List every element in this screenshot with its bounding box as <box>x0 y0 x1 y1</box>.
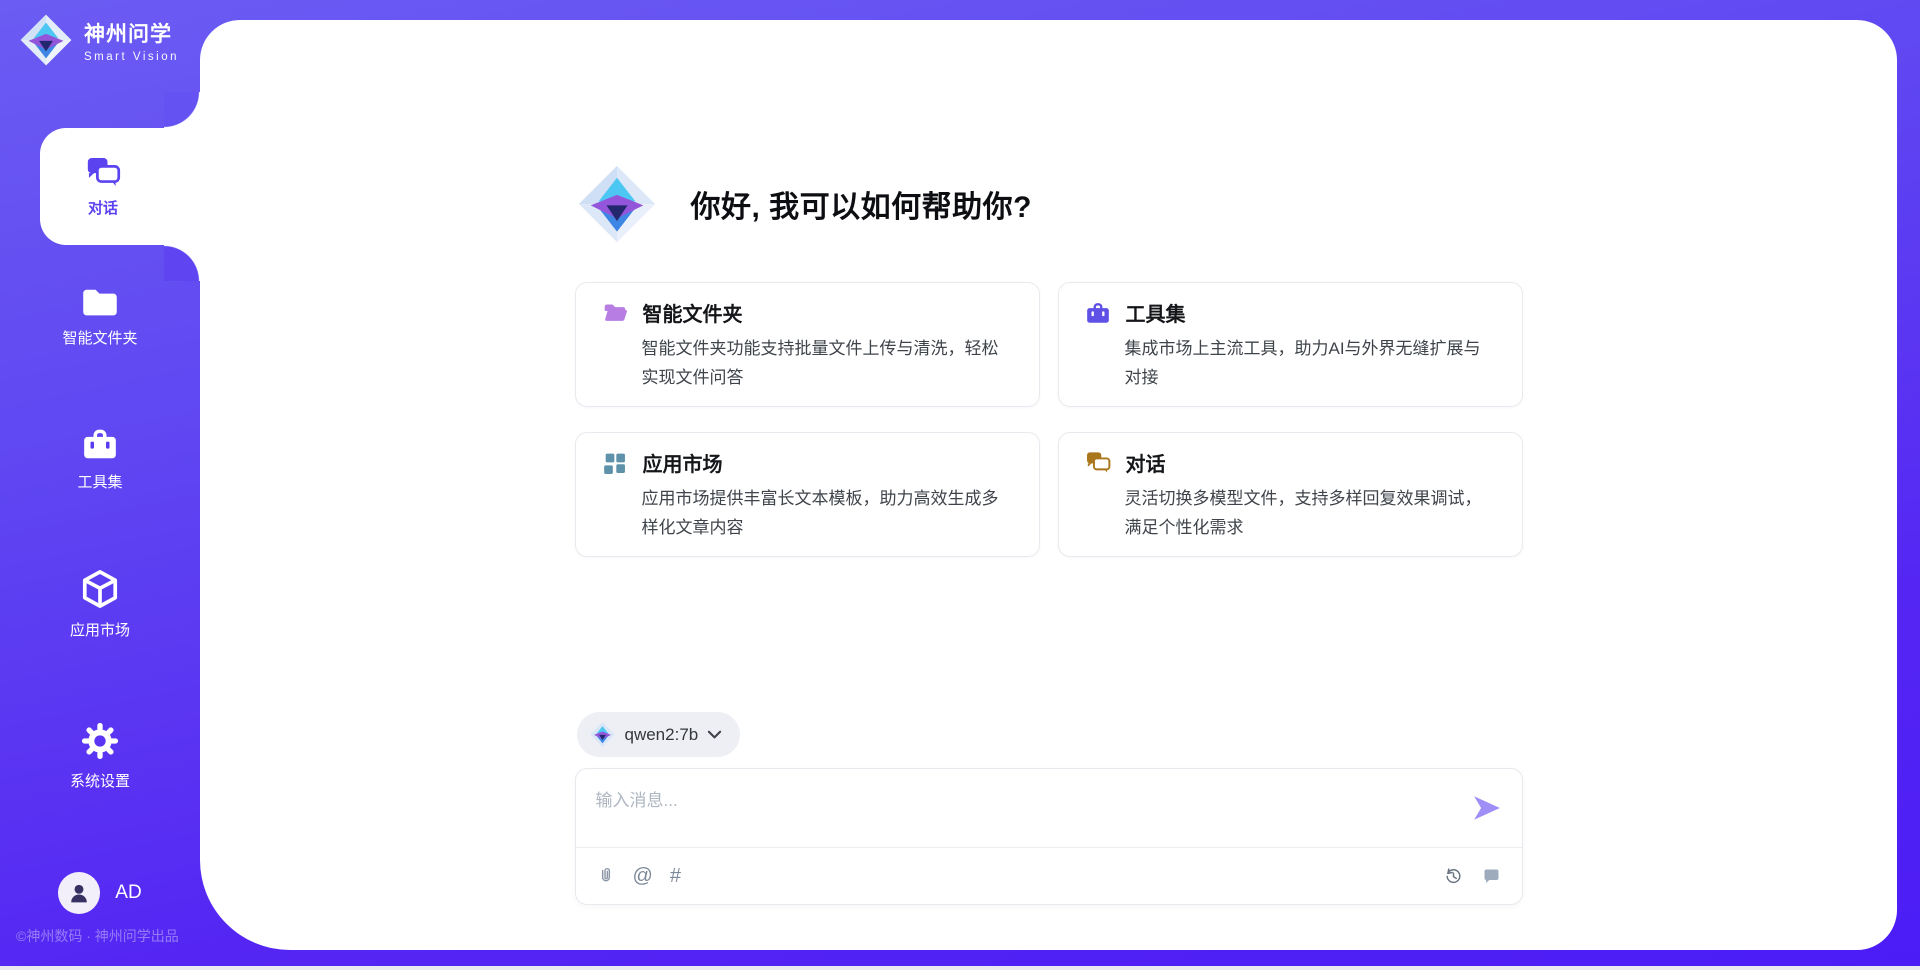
card-description: 智能文件夹功能支持批量文件上传与清洗，轻松实现文件问答 <box>642 334 1013 392</box>
brand: 神州问学 Smart Vision <box>18 12 179 68</box>
message-composer: @ # <box>575 768 1523 905</box>
folder-open-icon <box>602 301 628 325</box>
brand-logo-icon <box>18 12 74 68</box>
chevron-down-icon <box>707 730 722 740</box>
card-title: 应用市场 <box>643 448 723 477</box>
paperclip-icon[interactable] <box>596 866 616 886</box>
card-toolset[interactable]: 工具集 集成市场上主流工具，助力AI与外界无缝扩展与对接 <box>1058 282 1523 407</box>
sidebar-item-label: 对话 <box>88 197 118 218</box>
page-bottom-edge <box>0 966 1920 970</box>
feature-cards: 智能文件夹 智能文件夹功能支持批量文件上传与清洗，轻松实现文件问答 工具集 集成… <box>575 282 1523 557</box>
sidebar-item-label: 智能文件夹 <box>62 327 137 348</box>
sidebar-item-smart-folder[interactable]: 智能文件夹 <box>0 286 200 348</box>
model-selector[interactable]: qwen2:7b <box>577 712 741 757</box>
greeting-block: 你好, 我可以如何帮助你? <box>575 162 1523 246</box>
sidebar-item-label: 系统设置 <box>70 770 130 791</box>
hero-logo-icon <box>575 162 659 246</box>
history-icon[interactable] <box>1443 866 1464 887</box>
user-initials: AD <box>115 882 141 904</box>
briefcase-icon <box>1085 301 1111 325</box>
message-input[interactable] <box>576 769 1436 847</box>
user-icon <box>66 880 92 906</box>
sidebar-item-settings[interactable]: 系统设置 <box>0 721 200 791</box>
gear-icon <box>80 721 120 761</box>
card-title: 工具集 <box>1126 298 1186 327</box>
composer-toolbar: @ # <box>576 847 1522 904</box>
sidebar: 神州问学 Smart Vision 对话 智能文件夹 工具集 <box>0 0 200 966</box>
card-title: 智能文件夹 <box>643 298 743 327</box>
sidebar-item-chat[interactable]: 对话 <box>40 128 200 245</box>
card-description: 灵活切换多模型文件，支持多样回复效果调试，满足个性化需求 <box>1125 484 1496 542</box>
sidebar-item-label: 工具集 <box>77 471 122 492</box>
copyright-text: ©神州数码 · 神州问学出品 <box>16 926 179 946</box>
card-chat[interactable]: 对话 灵活切换多模型文件，支持多样回复效果调试，满足个性化需求 <box>1058 432 1523 557</box>
chat-bubbles-icon <box>1085 450 1111 475</box>
model-logo-icon <box>589 721 616 748</box>
greeting-title: 你好, 我可以如何帮助你? <box>691 182 1033 226</box>
briefcase-icon <box>81 426 119 462</box>
folder-icon <box>81 286 119 318</box>
hash-icon[interactable]: # <box>670 866 681 886</box>
card-description: 应用市场提供丰富长文本模板，助力高效生成多样化文章内容 <box>642 484 1013 542</box>
sidebar-item-app-market[interactable]: 应用市场 <box>0 568 200 640</box>
cube-icon <box>79 568 121 610</box>
main-panel: 你好, 我可以如何帮助你? 智能文件夹 智能文件夹功能支持批量文件上传与清洗，轻… <box>200 20 1897 950</box>
card-description: 集成市场上主流工具，助力AI与外界无缝扩展与对接 <box>1125 334 1496 392</box>
card-app-market[interactable]: 应用市场 应用市场提供丰富长文本模板，助力高效生成多样化文章内容 <box>575 432 1040 557</box>
sidebar-item-toolset[interactable]: 工具集 <box>0 426 200 492</box>
brand-subtitle: Smart Vision <box>84 51 179 63</box>
card-title: 对话 <box>1126 448 1166 477</box>
chat-bubble-icon[interactable] <box>1481 866 1502 887</box>
sidebar-item-label: 应用市场 <box>70 619 130 640</box>
chat-bubbles-icon <box>85 155 121 189</box>
send-icon[interactable] <box>1472 793 1502 823</box>
at-sign-icon[interactable]: @ <box>633 866 653 886</box>
model-name: qwen2:7b <box>625 725 699 745</box>
chat-dock: qwen2:7b @ # <box>575 712 1523 905</box>
grid-icon <box>602 450 628 476</box>
card-smart-folder[interactable]: 智能文件夹 智能文件夹功能支持批量文件上传与清洗，轻松实现文件问答 <box>575 282 1040 407</box>
brand-name: 神州问学 <box>84 18 179 48</box>
user-profile[interactable]: AD <box>0 872 200 914</box>
avatar <box>58 872 100 914</box>
